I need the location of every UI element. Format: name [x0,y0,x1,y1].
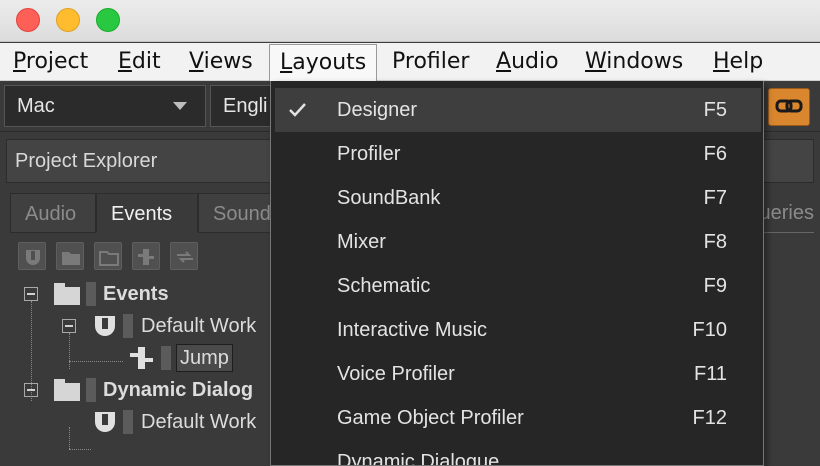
menu-item-label: Voice Profiler [337,363,455,385]
tree-item-label: Jump [176,344,233,372]
menu-item-schematic[interactable]: Schematic F9 [275,264,761,308]
new-event-button[interactable] [132,242,160,270]
menu-audio[interactable]: Audio [496,43,559,81]
color-tag [161,346,171,370]
minimize-window-button[interactable] [56,8,80,32]
virtual-folder-icon [99,251,119,266]
shortcut-label: F6 [703,143,727,165]
tab-events[interactable]: Events [96,193,198,233]
window-title-bar [0,0,820,42]
menu-item-label: Designer [337,99,418,121]
platform-dropdown[interactable]: Mac [4,85,206,127]
menu-item-label: Mixer [337,231,386,253]
language-value: Engli [223,95,268,117]
menu-item-voice-profiler[interactable]: Voice Profiler F11 [275,352,761,396]
collapse-icon[interactable] [24,383,38,397]
menu-item-label: Profiler [337,143,401,165]
color-tag [123,314,133,338]
shortcut-label: F9 [703,275,727,297]
work-unit-icon [95,412,115,432]
folder-icon [62,252,80,265]
color-tag [123,410,133,434]
layouts-dropdown-menu: Designer F5 Profiler F6 SoundBank F7 Mix… [270,81,764,466]
close-window-button[interactable] [16,8,40,32]
shortcut-label: F8 [703,231,727,253]
tree-item-label: Events [103,283,169,305]
menu-profiler[interactable]: Profiler [392,43,469,81]
tree-connector [69,427,70,449]
menu-layouts[interactable]: Layouts [269,44,378,81]
new-folder-button[interactable] [56,242,84,270]
menu-help[interactable]: Help [713,43,763,81]
checkmark-icon [289,103,306,117]
dialogue-event-icon [177,251,193,263]
menu-item-designer[interactable]: Designer F5 [275,88,761,132]
tab-soundbanks[interactable]: Sound [198,193,278,233]
menu-item-soundbank[interactable]: SoundBank F7 [275,176,761,220]
menu-item-label: Dynamic Dialogue [337,451,500,466]
event-icon [138,249,154,265]
menu-item-game-object-profiler[interactable]: Game Object Profiler F12 [275,396,761,440]
event-tree: Events Default Work Jump Dynamic Dialog … [0,279,270,466]
new-dialogue-event-button[interactable] [170,242,198,270]
work-unit-icon [26,250,40,265]
folder-icon [54,379,80,401]
menu-views[interactable]: Views [189,43,253,81]
menu-item-dynamic-dialogue[interactable]: Dynamic Dialogue [275,440,761,466]
tree-item-label: Default Work [141,315,257,337]
shortcut-label: F12 [692,407,727,429]
link-button[interactable] [768,88,810,126]
menu-item-label: Game Object Profiler [337,407,524,429]
chevron-down-icon [173,102,187,110]
collapse-icon[interactable] [62,319,76,333]
event-icon [130,347,153,369]
color-tag [86,378,96,402]
menu-project[interactable]: Project [13,43,88,81]
menu-windows[interactable]: Windows [585,43,683,81]
shortcut-label: F11 [694,363,727,385]
link-icon [775,99,803,113]
menu-item-interactive-music[interactable]: Interactive Music F10 [275,308,761,352]
menu-edit[interactable]: Edit [118,43,161,81]
menu-item-label: SoundBank [337,187,441,209]
platform-value: Mac [17,95,55,117]
tree-item-label: Default Work [141,411,257,433]
tab-queries[interactable]: ueries [760,193,814,233]
menu-item-label: Schematic [337,275,431,297]
tree-item-label: Dynamic Dialog [103,379,254,401]
menu-item-profiler[interactable]: Profiler F6 [275,132,761,176]
tree-connector [69,361,123,362]
shortcut-label: F10 [692,319,727,341]
folder-icon [54,283,80,305]
shortcut-label: F5 [703,99,727,121]
menu-item-label: Interactive Music [337,319,488,341]
tree-connector [69,449,91,450]
maximize-window-button[interactable] [96,8,120,32]
collapse-icon[interactable] [24,287,38,301]
work-unit-icon [95,316,115,336]
menu-bar: Project Edit Views Layouts Profiler Audi… [0,43,820,81]
tree-connector [69,333,70,369]
menu-item-mixer[interactable]: Mixer F8 [275,220,761,264]
new-virtual-folder-button[interactable] [94,242,122,270]
shortcut-label: F7 [703,187,727,209]
color-tag [86,282,96,306]
tab-audio[interactable]: Audio [10,193,96,233]
work-unit-button[interactable] [18,242,46,270]
